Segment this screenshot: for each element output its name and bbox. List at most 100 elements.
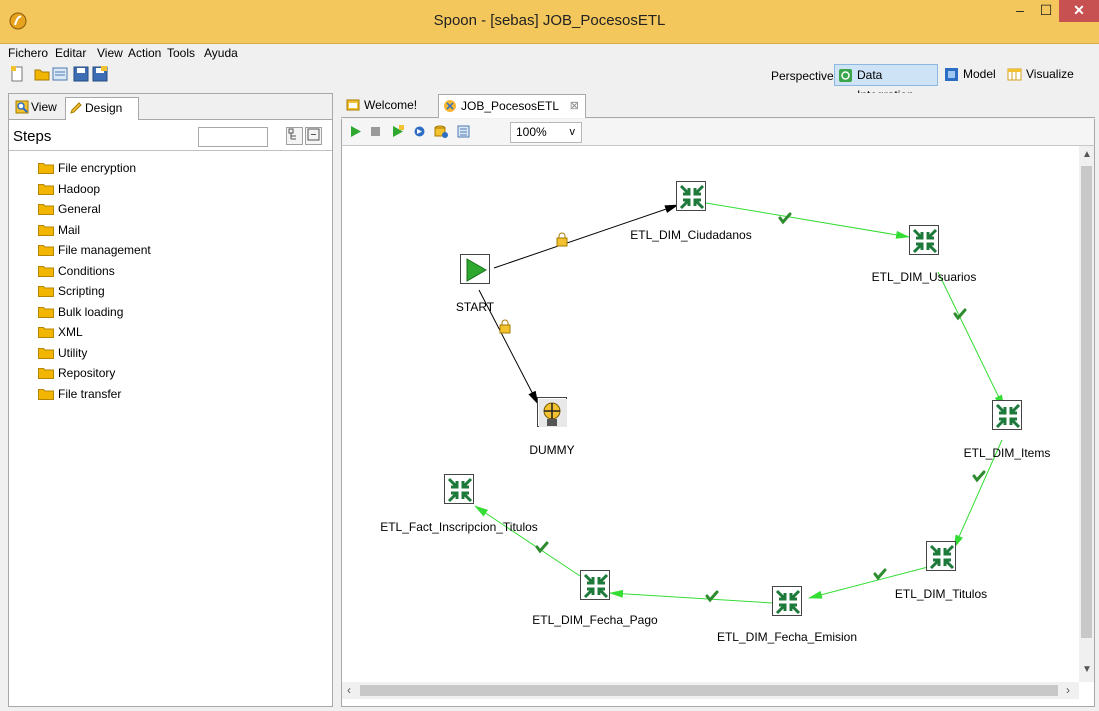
step-category-item[interactable]: XML <box>38 324 151 345</box>
save-as-icon[interactable] <box>92 66 108 82</box>
run-options-icon[interactable] <box>390 124 405 139</box>
step-category-item[interactable]: Scripting <box>38 283 151 304</box>
entry-label-etl-dim-usuarios: ETL_DIM_Usuarios <box>871 270 977 284</box>
menu-bar: Fichero Editar View Action Tools Ayuda <box>0 44 1099 62</box>
lock-icon <box>499 319 511 334</box>
crash-test-dummy-icon <box>539 399 567 427</box>
perspective-visualize-label: Visualize <box>1026 67 1074 81</box>
job-entry-etl-dim-fecha-emision[interactable] <box>772 586 802 616</box>
step-category-item[interactable]: File transfer <box>38 386 151 407</box>
scroll-up-icon[interactable]: ▲ <box>1082 149 1092 160</box>
job-entry-etl-fact-inscripcion-titulos[interactable] <box>444 474 474 504</box>
menu-action[interactable]: Action <box>128 46 161 60</box>
scroll-left-icon[interactable]: ‹ <box>347 683 351 697</box>
job-entry-etl-dim-ciudadanos[interactable] <box>676 181 706 211</box>
minimize-button[interactable]: – <box>1007 0 1033 22</box>
sql-icon[interactable] <box>434 124 449 139</box>
hop-fecha-emision-fecha-pago[interactable] <box>609 589 774 604</box>
job-canvas[interactable]: START DUMMY ETL_DIM_Ciudadanos ETL_DIM_U… <box>341 146 1095 707</box>
transformation-icon <box>912 228 938 254</box>
checkmark-icon <box>535 541 549 554</box>
horizontal-scroll-thumb[interactable] <box>360 685 1058 696</box>
pencil-icon <box>70 102 82 114</box>
step-category-item[interactable]: Conditions <box>38 263 151 284</box>
entry-label-etl-dim-items: ETL_DIM_Items <box>963 446 1051 460</box>
entry-label-etl-dim-titulos: ETL_DIM_Titulos <box>894 587 988 601</box>
dummy-label: DUMMY <box>529 443 575 457</box>
collapse-all-button[interactable] <box>305 127 322 145</box>
close-tab-icon[interactable]: ⊠ <box>570 95 579 117</box>
folder-icon <box>38 347 54 359</box>
hop-usuarios-items[interactable] <box>937 271 1005 409</box>
transformation-icon <box>447 477 473 503</box>
tab-view[interactable]: View <box>12 97 64 119</box>
start-label: START <box>455 300 495 314</box>
hop-fecha-pago-fact[interactable] <box>474 505 581 577</box>
step-category-item[interactable]: Utility <box>38 345 151 366</box>
explore-db-icon[interactable] <box>456 124 471 139</box>
transformation-icon <box>929 544 955 570</box>
job-entry-etl-dim-fecha-pago[interactable] <box>580 570 610 600</box>
save-icon[interactable] <box>73 66 89 82</box>
perspective-data-integration[interactable]: Data Integration <box>834 64 938 102</box>
run-icon[interactable] <box>348 124 363 139</box>
left-panel-tabs: View Design <box>9 94 332 120</box>
welcome-icon <box>346 99 360 111</box>
checkmark-icon <box>705 590 719 603</box>
scroll-down-icon[interactable]: ▼ <box>1082 664 1092 675</box>
checkmark-icon <box>972 470 986 483</box>
maximize-button[interactable]: ☐ <box>1033 0 1059 22</box>
start-node[interactable] <box>460 254 490 284</box>
step-category-item[interactable]: Hadoop <box>38 181 151 202</box>
steps-header: Steps <box>9 121 332 151</box>
menu-editar[interactable]: Editar <box>55 46 86 60</box>
transformation-icon <box>583 573 609 599</box>
perspective-model[interactable]: Model <box>941 64 1003 86</box>
entry-label-etl-dim-fecha-emision: ETL_DIM_Fecha_Emision <box>716 630 858 644</box>
dummy-node[interactable] <box>537 397 567 427</box>
zoom-value: 100% <box>516 125 547 139</box>
menu-ayuda[interactable]: Ayuda <box>204 46 238 60</box>
step-category-item[interactable]: File management <box>38 242 151 263</box>
tab-job-pocesos-etl[interactable]: JOB_PocesosETL ⊠ <box>438 94 586 118</box>
perspective-visualize[interactable]: Visualize <box>1004 64 1094 86</box>
step-category-label: General <box>58 202 101 216</box>
horizontal-scrollbar[interactable]: ‹ › <box>342 682 1079 699</box>
data-integration-icon <box>839 69 852 82</box>
job-entry-etl-dim-titulos[interactable] <box>926 541 956 571</box>
replay-icon[interactable] <box>412 124 427 139</box>
step-category-item[interactable]: Mail <box>38 222 151 243</box>
folder-icon <box>38 327 54 338</box>
close-button[interactable]: ✕ <box>1059 0 1099 22</box>
zoom-select[interactable]: 100% v <box>510 122 582 143</box>
tab-design[interactable]: Design <box>65 97 139 120</box>
menu-view[interactable]: View <box>97 46 123 60</box>
stop-icon[interactable] <box>368 124 383 139</box>
steps-search-input[interactable] <box>198 127 268 147</box>
steps-title: Steps <box>13 128 52 145</box>
step-category-item[interactable]: Bulk loading <box>38 304 151 325</box>
new-file-icon[interactable] <box>9 66 25 82</box>
scroll-right-icon[interactable]: › <box>1066 683 1070 697</box>
transformation-icon <box>775 589 801 615</box>
job-entry-etl-dim-usuarios[interactable] <box>909 225 939 255</box>
editor-tabs: Welcome! JOB_PocesosETL ⊠ <box>341 93 1095 118</box>
step-category-item[interactable]: General <box>38 201 151 222</box>
chevron-down-icon: v <box>569 126 576 138</box>
folder-icon <box>38 306 54 318</box>
expand-all-button[interactable] <box>286 127 303 145</box>
explore-repository-icon[interactable] <box>52 66 68 82</box>
left-panel: View Design Steps File encryption Hadoop G… <box>8 93 333 707</box>
job-entry-etl-dim-items[interactable] <box>992 400 1022 430</box>
vertical-scrollbar[interactable]: ▲ ▼ <box>1079 146 1094 682</box>
open-folder-icon[interactable] <box>34 66 50 82</box>
menu-tools[interactable]: Tools <box>167 46 195 60</box>
menu-fichero[interactable]: Fichero <box>8 46 48 60</box>
step-category-label: File encryption <box>58 161 137 175</box>
step-category-item[interactable]: Repository <box>38 365 151 386</box>
vertical-scroll-thumb[interactable] <box>1081 166 1092 638</box>
folder-icon <box>38 286 54 297</box>
tab-welcome[interactable]: Welcome! <box>342 94 434 118</box>
step-category-label: Bulk loading <box>58 304 124 319</box>
step-category-item[interactable]: File encryption <box>38 160 151 181</box>
